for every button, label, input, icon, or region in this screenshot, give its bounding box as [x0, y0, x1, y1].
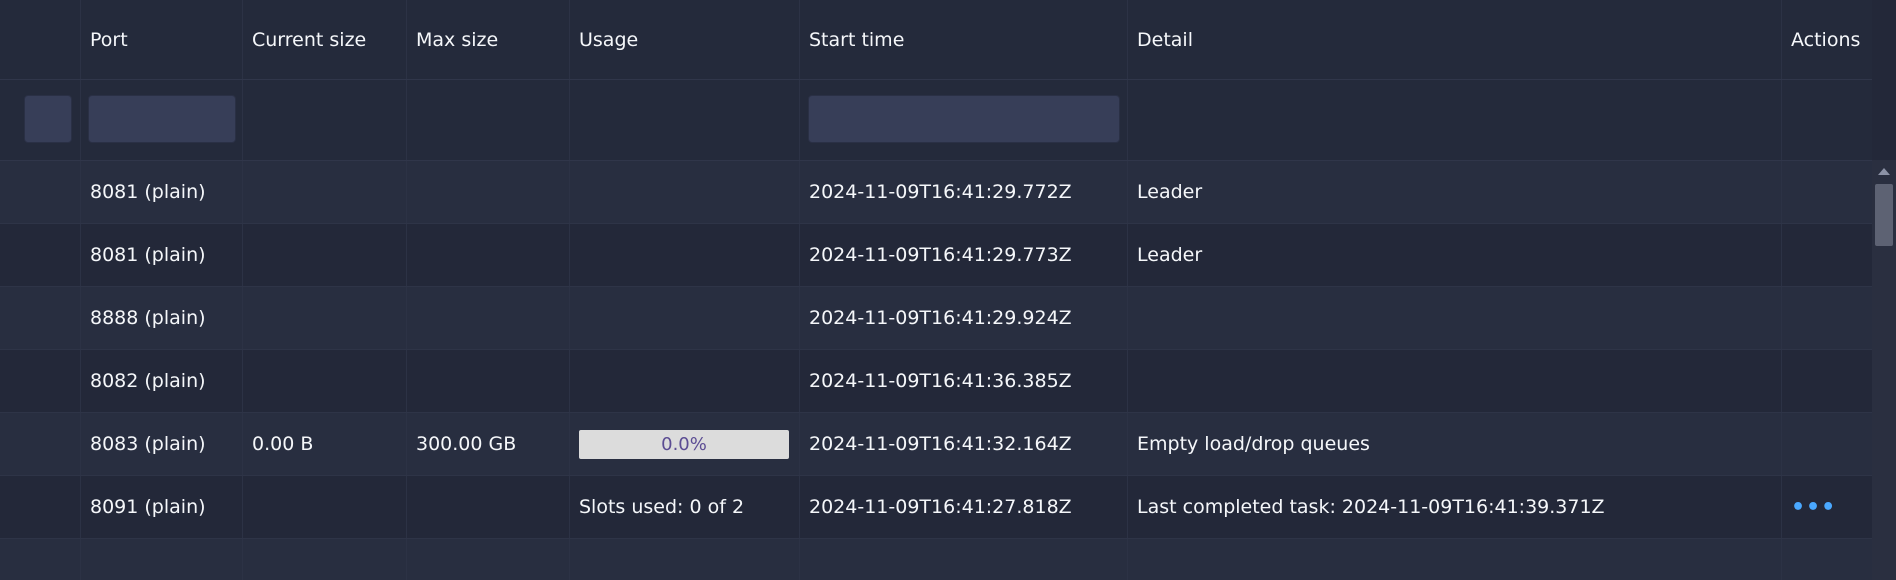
usage-cell — [570, 539, 800, 580]
filter-cell-max-size — [407, 80, 570, 160]
table-row[interactable]: 8083 (plain) 0.00 B 300.00 GB 0.0% 2024-… — [0, 413, 1872, 476]
header-current-size[interactable]: Current size — [243, 0, 407, 79]
usage-cell — [570, 224, 800, 286]
detail-cell: Last completed task: 2024-11-09T16:41:39… — [1128, 476, 1782, 538]
header-detail[interactable]: Detail — [1128, 0, 1782, 79]
detail-cell: Empty load/drop queues — [1128, 413, 1782, 475]
current-size-cell — [243, 476, 407, 538]
start-time-filter-input[interactable] — [808, 95, 1120, 143]
table-row[interactable]: 8091 (plain) Slots used: 0 of 2 2024-11-… — [0, 476, 1872, 539]
current-size-cell: 0.00 B — [243, 413, 407, 475]
max-size-cell — [407, 224, 570, 286]
start-time-cell — [800, 539, 1128, 580]
port-cell: 8082 (plain) — [81, 350, 243, 412]
scroll-up-arrow-icon[interactable] — [1878, 168, 1890, 175]
actions-cell — [1782, 539, 1872, 580]
filter-cell-actions — [1782, 80, 1872, 160]
row-leading-cell — [0, 476, 81, 538]
row-leading-cell — [0, 350, 81, 412]
actions-cell — [1782, 413, 1872, 475]
start-time-cell: 2024-11-09T16:41:27.818Z — [800, 476, 1128, 538]
header-start-time[interactable]: Start time — [800, 0, 1128, 79]
table-row[interactable]: 8888 (plain) 2024-11-09T16:41:29.924Z — [0, 287, 1872, 350]
filter-cell-detail — [1128, 80, 1782, 160]
more-horizontal-icon[interactable]: ••• — [1791, 495, 1836, 520]
actions-cell: ••• — [1782, 476, 1872, 538]
max-size-cell: 300.00 GB — [407, 413, 570, 475]
table-header: Port Current size Max size Usage Start t… — [0, 0, 1872, 80]
max-size-cell — [407, 476, 570, 538]
port-filter-input[interactable] — [88, 95, 236, 143]
row-leading-cell — [0, 161, 81, 223]
row-leading-cell — [0, 287, 81, 349]
services-table: Port Current size Max size Usage Start t… — [0, 0, 1896, 580]
max-size-cell — [407, 350, 570, 412]
scrollbar-thumb[interactable] — [1875, 184, 1893, 246]
table-row[interactable]: 8081 (plain) 2024-11-09T16:41:29.772Z Le… — [0, 161, 1872, 224]
vertical-scrollbar[interactable] — [1872, 160, 1896, 580]
usage-progress-label: 0.0% — [661, 433, 707, 455]
header-cell-leading — [0, 0, 81, 79]
usage-cell — [570, 287, 800, 349]
current-size-cell — [243, 350, 407, 412]
start-time-cell: 2024-11-09T16:41:29.772Z — [800, 161, 1128, 223]
max-size-cell — [407, 161, 570, 223]
start-time-cell: 2024-11-09T16:41:32.164Z — [800, 413, 1128, 475]
actions-cell — [1782, 287, 1872, 349]
row-leading-cell — [0, 413, 81, 475]
detail-cell: Leader — [1128, 224, 1782, 286]
current-size-cell — [243, 287, 407, 349]
detail-cell — [1128, 539, 1782, 580]
detail-cell: Leader — [1128, 161, 1782, 223]
row-leading-cell — [0, 539, 81, 580]
filter-row — [0, 80, 1872, 161]
table-row — [0, 539, 1872, 580]
header-max-size[interactable]: Max size — [407, 0, 570, 79]
row-leading-cell — [0, 224, 81, 286]
actions-cell — [1782, 161, 1872, 223]
detail-cell — [1128, 350, 1782, 412]
port-cell: 8091 (plain) — [81, 476, 243, 538]
current-size-cell — [243, 224, 407, 286]
start-time-cell: 2024-11-09T16:41:36.385Z — [800, 350, 1128, 412]
filter-cell-current-size — [243, 80, 407, 160]
current-size-cell — [243, 161, 407, 223]
port-cell — [81, 539, 243, 580]
port-cell: 8081 (plain) — [81, 224, 243, 286]
header-usage[interactable]: Usage — [570, 0, 800, 79]
detail-cell — [1128, 287, 1782, 349]
max-size-cell — [407, 539, 570, 580]
port-cell: 8081 (plain) — [81, 161, 243, 223]
header-actions: Actions — [1791, 28, 1861, 51]
start-time-cell: 2024-11-09T16:41:29.773Z — [800, 224, 1128, 286]
leading-filter-input[interactable] — [24, 95, 72, 143]
header-port[interactable]: Port — [81, 0, 243, 79]
port-cell: 8083 (plain) — [81, 413, 243, 475]
usage-cell — [570, 350, 800, 412]
usage-cell: 0.0% — [570, 413, 800, 475]
actions-cell — [1782, 224, 1872, 286]
max-size-cell — [407, 287, 570, 349]
current-size-cell — [243, 539, 407, 580]
start-time-cell: 2024-11-09T16:41:29.924Z — [800, 287, 1128, 349]
table-row[interactable]: 8082 (plain) 2024-11-09T16:41:36.385Z — [0, 350, 1872, 413]
table-row[interactable]: 8081 (plain) 2024-11-09T16:41:29.773Z Le… — [0, 224, 1872, 287]
filter-cell-usage — [570, 80, 800, 160]
actions-cell — [1782, 350, 1872, 412]
usage-cell: Slots used: 0 of 2 — [570, 476, 800, 538]
port-cell: 8888 (plain) — [81, 287, 243, 349]
usage-progress-bar: 0.0% — [579, 429, 789, 459]
usage-cell — [570, 161, 800, 223]
